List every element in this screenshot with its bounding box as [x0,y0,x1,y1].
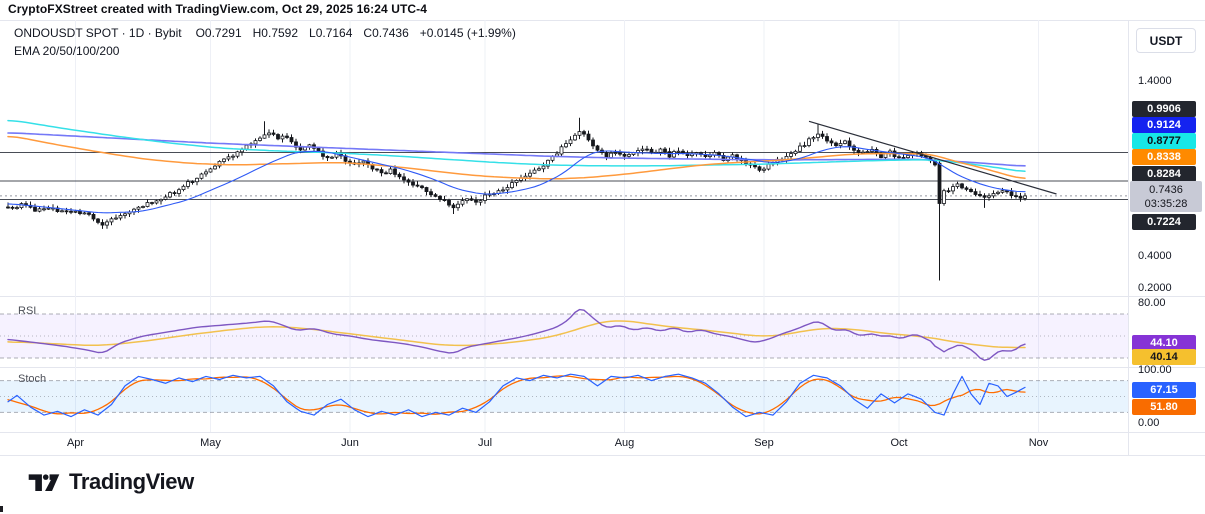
currency-unit-button[interactable]: USDT [1136,28,1196,53]
axis-price-badge: 0.9124 [1132,117,1196,133]
time-axis[interactable]: Apr May Jun Jul Aug Sep Oct Nov [0,432,1205,455]
ohlc-close: C0.7436 [363,26,408,40]
ema-indicator-legend[interactable]: EMA 20/50/100/200 [14,44,119,58]
time-axis-month-label: Nov [1029,437,1049,449]
axis-price-badge: 0.7224 [1132,214,1196,230]
axis-price-badge: 0.8284 [1132,166,1196,182]
main-price-pane[interactable] [0,20,1128,296]
ohlc-low: L0.7164 [309,26,352,40]
stoch-pane[interactable] [0,367,1128,432]
rsi-pane[interactable] [0,296,1128,367]
credit-line: CryptoFXStreet created with TradingView.… [8,2,427,16]
stoch-pane-label[interactable]: Stoch [18,373,46,385]
axis-value-label: 0.2000 [1138,280,1172,296]
axis-price-badge: 0.8338 [1132,149,1196,165]
time-axis-month-label: Jul [478,437,492,449]
change-value: +0.0145 (+1.99%) [420,26,516,40]
time-axis-month-label: Apr [67,437,84,449]
axis-value-label: 100.00 [1138,362,1172,378]
axis-value-label: 0.00 [1138,415,1159,431]
ohlc-high: H0.7592 [253,26,298,40]
axis-value-label: 80.00 [1138,295,1166,311]
time-axis-month-label: Aug [615,437,635,449]
symbol-title: ONDOUSDT SPOT · 1D · Bybit [14,26,182,40]
crop-artifact [0,506,3,512]
axis-price-badge: 51.80 [1132,399,1196,415]
rsi-pane-label[interactable]: RSI [18,305,36,317]
axis-price-badge: 67.15 [1132,382,1196,398]
tradingview-branding[interactable]: TradingView [28,469,194,495]
axis-value-label: 1.4000 [1138,73,1172,89]
tradingview-chart-widget: CryptoFXStreet created with TradingView.… [0,0,1205,514]
axis-price-badge: 0.9906 [1132,101,1196,117]
ohlc-open: O0.7291 [196,26,242,40]
axis-price-badge: 0.8777 [1132,133,1196,149]
time-axis-month-label: Jun [341,437,359,449]
axis-value-label: 0.4000 [1138,248,1172,264]
chart-bottom-border [0,455,1205,456]
symbol-legend[interactable]: ONDOUSDT SPOT · 1D · Bybit O0.7291 H0.7592… [14,26,527,40]
bar-countdown: 03:35:28 [1145,197,1188,211]
tradingview-logo-text: TradingView [69,469,194,495]
tradingview-logo-icon [28,471,60,493]
time-axis-month-label: May [200,437,221,449]
current-price-badge: 0.743603:35:28 [1130,181,1202,212]
price-axis-divider [1128,20,1129,455]
time-axis-month-label: Sep [754,437,774,449]
time-axis-month-label: Oct [890,437,907,449]
